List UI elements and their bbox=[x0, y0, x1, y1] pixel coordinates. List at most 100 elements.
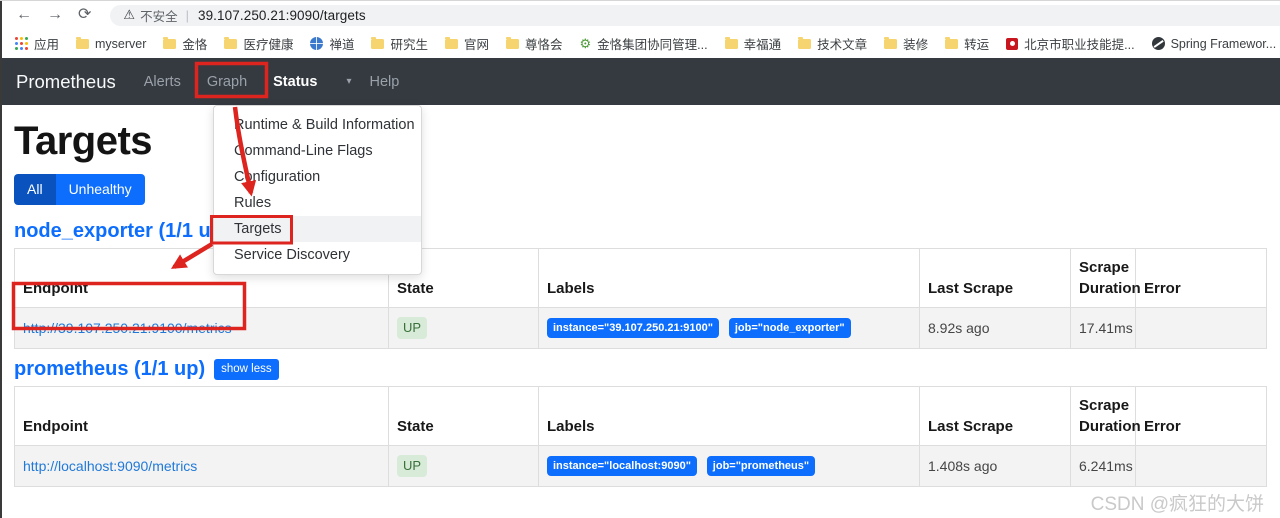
back-icon[interactable]: ← bbox=[16, 7, 32, 23]
label-badge-job: job="node_exporter" bbox=[728, 318, 851, 338]
bookmark-label: 禅道 bbox=[329, 38, 355, 52]
table-header-row: Endpoint State Labels Last Scrape Scrape… bbox=[14, 386, 1267, 446]
bookmark-zentao[interactable]: 禅道 bbox=[310, 34, 354, 53]
bookmark-medical[interactable]: 医疗健康 bbox=[224, 34, 293, 53]
menu-item-service-discovery[interactable]: Service Discovery bbox=[214, 242, 421, 268]
bookmark-xingfutong[interactable]: 幸福通 bbox=[724, 34, 781, 53]
error-value bbox=[1135, 445, 1267, 487]
nav-alerts[interactable]: Alerts bbox=[144, 74, 181, 90]
folder-icon bbox=[884, 37, 898, 49]
bookmark-label: 装修 bbox=[903, 38, 929, 52]
window-left-border bbox=[0, 1, 2, 518]
col-endpoint: Endpoint bbox=[14, 386, 389, 446]
folder-icon bbox=[506, 37, 519, 49]
menu-item-targets[interactable]: Targets bbox=[214, 216, 421, 242]
bookmark-label: 尊恪会 bbox=[525, 38, 563, 52]
bookmark-label: 技术文章 bbox=[817, 38, 868, 52]
bookmarks-bar: 应用 myserver 金恪 医疗健康 禅道 研究生 官网 尊恪会 ⚙ 金恪集团… bbox=[0, 29, 1280, 58]
label-badge-instance: instance="39.107.250.21:9100" bbox=[547, 318, 719, 338]
folder-icon bbox=[444, 37, 458, 49]
label-badge-job: job="prometheus" bbox=[706, 456, 816, 476]
scrape-duration-value: 17.41ms bbox=[1070, 307, 1136, 349]
menu-item-rules[interactable]: Rules bbox=[214, 190, 421, 216]
nav-help[interactable]: Help bbox=[370, 74, 400, 90]
endpoint-link[interactable]: http://localhost:9090/metrics bbox=[23, 458, 197, 474]
job-header-node-exporter: node_exporter (1/1 up) show less bbox=[14, 219, 1266, 243]
bookmark-beijing-skills[interactable]: 北京市职业技能提... bbox=[1006, 34, 1135, 53]
bookmark-label: 医疗健康 bbox=[243, 38, 294, 52]
bookmark-label: myserver bbox=[95, 36, 147, 51]
watermark: CSDN @疯狂的大饼 bbox=[1090, 494, 1264, 515]
state-badge: UP bbox=[397, 455, 428, 477]
col-last-scrape: Last Scrape bbox=[919, 248, 1071, 308]
bookmark-label: 金恪 bbox=[182, 38, 208, 52]
nav-graph[interactable]: Graph bbox=[207, 74, 247, 90]
bookmark-label: 北京市职业技能提... bbox=[1024, 38, 1135, 52]
security-warning-label: 不安全 bbox=[140, 9, 178, 24]
table-header-row: Endpoint State Labels Last Scrape Scrape… bbox=[14, 248, 1267, 308]
table-row: http://39.107.250.21:9100/metrics UP ins… bbox=[14, 307, 1267, 349]
scrape-duration-value: 6.241ms bbox=[1070, 445, 1136, 487]
folder-icon bbox=[224, 37, 238, 49]
chevron-down-icon: ▾ bbox=[346, 76, 352, 87]
col-state: State bbox=[388, 386, 539, 446]
folder-icon bbox=[798, 37, 812, 49]
targets-table-prometheus: Endpoint State Labels Last Scrape Scrape… bbox=[14, 386, 1267, 487]
bookmark-label: 转运 bbox=[964, 38, 990, 52]
bookmark-graduate[interactable]: 研究生 bbox=[371, 34, 428, 53]
label-badge-instance: instance="localhost:9090" bbox=[547, 456, 697, 476]
menu-item-command-line-flags[interactable]: Command-Line Flags bbox=[214, 138, 421, 164]
bookmark-spring[interactable]: Spring Framewor... bbox=[1151, 36, 1277, 51]
bookmark-tech-articles[interactable]: 技术文章 bbox=[798, 34, 867, 53]
col-scrape-duration: Scrape Duration bbox=[1070, 386, 1141, 446]
security-warning-icon[interactable]: ⚠ bbox=[123, 7, 135, 23]
forward-icon[interactable]: → bbox=[47, 7, 63, 23]
job-title-prometheus[interactable]: prometheus (1/1 up) bbox=[14, 357, 205, 381]
menu-item-runtime-build-info[interactable]: Runtime & Build Information bbox=[214, 112, 421, 138]
col-error: Error bbox=[1135, 386, 1267, 446]
status-dropdown-menu: Runtime & Build Information Command-Line… bbox=[213, 105, 422, 275]
bookmark-zunkehui[interactable]: 尊恪会 bbox=[506, 34, 563, 53]
col-last-scrape: Last Scrape bbox=[919, 386, 1071, 446]
col-labels: Labels bbox=[538, 248, 920, 308]
show-less-button[interactable]: show less bbox=[214, 358, 279, 380]
apps-grid-icon bbox=[15, 37, 28, 50]
filter-all-button[interactable]: All bbox=[14, 174, 56, 205]
bookmark-transfer[interactable]: 转运 bbox=[945, 34, 989, 53]
folder-icon bbox=[371, 37, 385, 49]
folder-icon bbox=[945, 37, 959, 49]
folder-icon bbox=[724, 37, 738, 49]
address-bar[interactable]: ⚠ 不安全 | 39.107.250.21:9090/targets bbox=[110, 4, 1280, 26]
state-badge: UP bbox=[397, 317, 428, 339]
bookmark-label: 金恪集团协同管理... bbox=[597, 38, 708, 52]
bookmark-myserver[interactable]: myserver bbox=[76, 37, 146, 51]
bookmark-website[interactable]: 官网 bbox=[444, 34, 489, 53]
menu-item-configuration[interactable]: Configuration bbox=[214, 164, 421, 190]
brand-prometheus[interactable]: Prometheus bbox=[16, 71, 116, 93]
prometheus-navbar: Prometheus Alerts Graph Status ▾ Help bbox=[0, 58, 1280, 105]
bookmark-label: 应用 bbox=[34, 38, 60, 52]
target-filter-group: All Unhealthy bbox=[14, 174, 145, 205]
job-title-node-exporter[interactable]: node_exporter (1/1 up) bbox=[14, 219, 230, 243]
bookmark-decoration[interactable]: 装修 bbox=[884, 34, 928, 53]
bookmark-jinke-oa[interactable]: ⚙ 金恪集团协同管理... bbox=[580, 34, 708, 53]
bookmark-jinke[interactable]: 金恪 bbox=[163, 34, 207, 53]
globe-icon bbox=[310, 37, 324, 50]
bookmark-label: Spring Framewor... bbox=[1170, 36, 1277, 51]
reload-icon[interactable]: ⟳ bbox=[78, 7, 91, 23]
main-content: Targets All Unhealthy node_exporter (1/1… bbox=[0, 105, 1280, 487]
page: ← → ⟳ ⚠ 不安全 | 39.107.250.21:9090/targets… bbox=[0, 0, 1280, 518]
table-row: http://localhost:9090/metrics UP instanc… bbox=[14, 445, 1267, 487]
col-error: Error bbox=[1135, 248, 1267, 308]
bookmark-apps[interactable]: 应用 bbox=[15, 34, 59, 53]
dark-globe-icon bbox=[1151, 37, 1165, 50]
gear-icon: ⚙ bbox=[579, 36, 592, 51]
folder-icon bbox=[76, 37, 90, 49]
job-header-prometheus: prometheus (1/1 up) show less bbox=[14, 357, 1266, 381]
endpoint-link[interactable]: http://39.107.250.21:9100/metrics bbox=[23, 320, 232, 336]
url-text: 39.107.250.21:9090/targets bbox=[197, 7, 366, 23]
filter-unhealthy-button[interactable]: Unhealthy bbox=[55, 174, 145, 205]
targets-table-node-exporter: Endpoint State Labels Last Scrape Scrape… bbox=[14, 248, 1267, 349]
nav-status[interactable]: Status bbox=[273, 74, 317, 90]
error-value bbox=[1135, 307, 1267, 349]
